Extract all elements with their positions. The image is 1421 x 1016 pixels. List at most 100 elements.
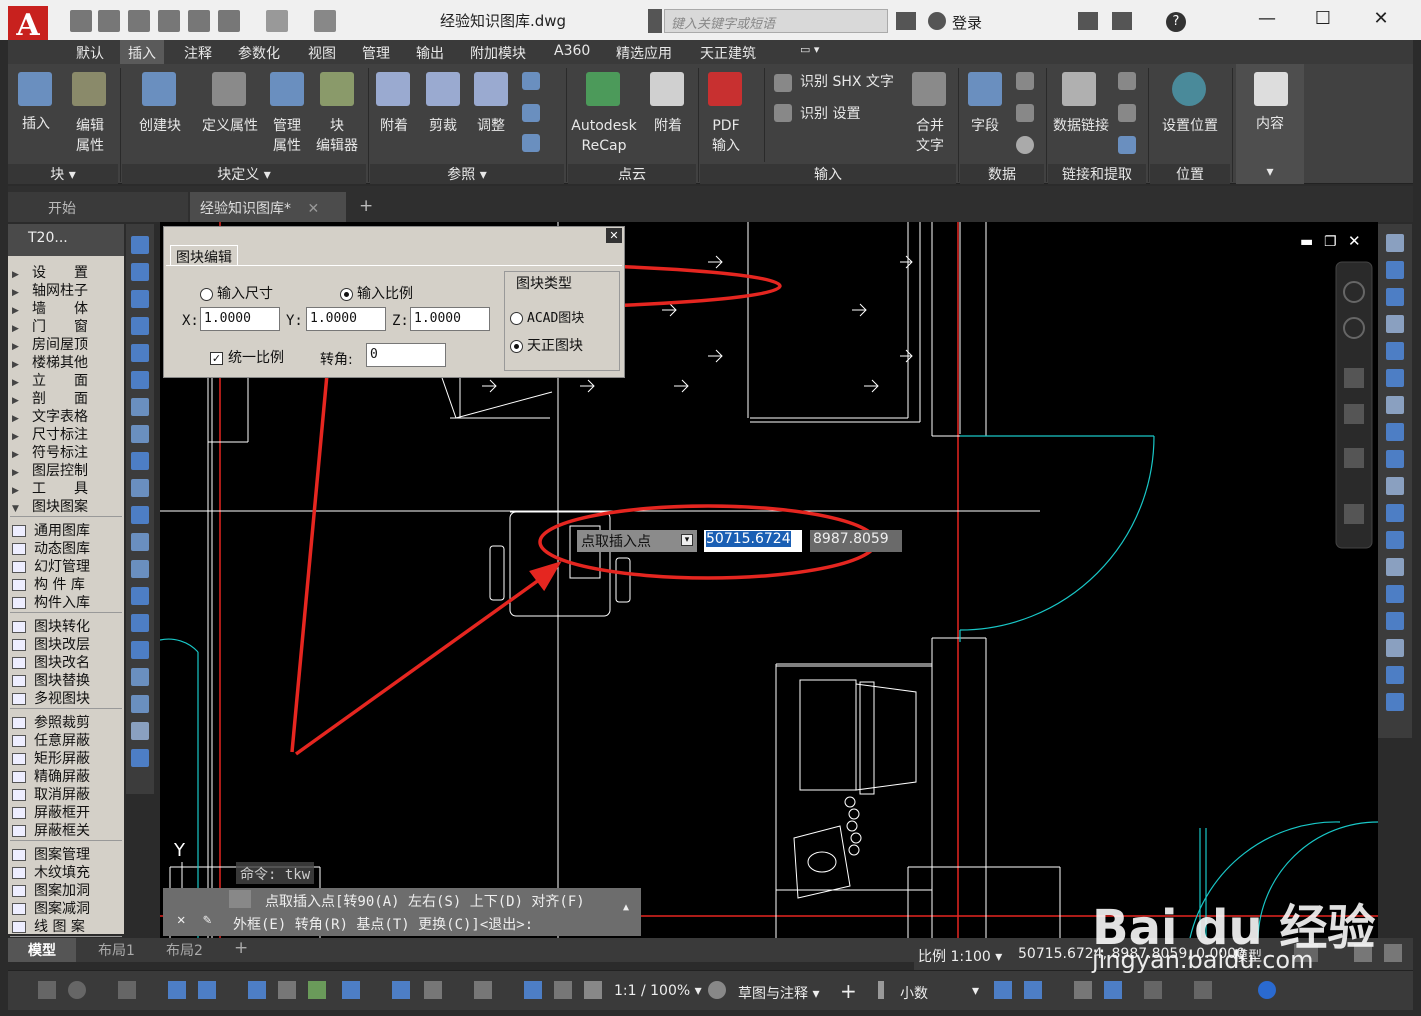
scale-dropdown[interactable]: 比例 1:100 ▾ bbox=[918, 946, 1002, 966]
quick-properties-icon[interactable] bbox=[994, 981, 1012, 999]
print-icon[interactable] bbox=[188, 10, 210, 32]
content-button[interactable]: 内容 bbox=[1244, 114, 1296, 134]
workspace-dropdown[interactable]: 草图与注释 ▾ bbox=[738, 983, 819, 1003]
modify-tool-icon[interactable] bbox=[1386, 531, 1404, 549]
draw-tool-icon[interactable] bbox=[131, 263, 149, 281]
tab-default[interactable]: 默认 bbox=[76, 43, 104, 63]
attach-pointcloud-icon[interactable] bbox=[650, 72, 684, 106]
panel-block-definition[interactable]: 块定义 ▾ bbox=[122, 164, 366, 184]
a360-icon[interactable] bbox=[1112, 12, 1132, 30]
modify-tool-icon[interactable] bbox=[1386, 423, 1404, 441]
palette-item[interactable]: 参照裁剪 bbox=[12, 712, 122, 731]
palette-item[interactable]: ▶ 房间屋顶 bbox=[12, 334, 122, 353]
palette-item[interactable]: ▶ 墙 体 bbox=[12, 298, 122, 317]
modify-tool-icon[interactable] bbox=[1386, 693, 1404, 711]
palette-item[interactable]: 图块改名 bbox=[12, 652, 122, 671]
palette-item[interactable]: ▶ 设 置 bbox=[12, 262, 122, 281]
pin-icon[interactable] bbox=[1384, 944, 1402, 962]
palette-item[interactable]: ▶ 文字表格 bbox=[12, 406, 122, 425]
globe-icon[interactable] bbox=[1172, 72, 1206, 106]
define-attribute-icon[interactable] bbox=[212, 72, 246, 106]
palette-item[interactable]: 构 件 库 bbox=[12, 574, 122, 593]
polar-icon[interactable] bbox=[68, 981, 86, 999]
rotate-input[interactable]: 0 bbox=[366, 343, 446, 367]
option-acad-block[interactable]: ACAD图块 bbox=[510, 307, 584, 326]
modify-tool-icon[interactable] bbox=[1386, 612, 1404, 630]
panel-reference[interactable]: 参照 ▾ bbox=[370, 164, 564, 184]
dialog-titlebar[interactable] bbox=[164, 227, 624, 245]
create-block-icon[interactable] bbox=[142, 72, 176, 106]
annotation-monitor-icon[interactable] bbox=[474, 981, 492, 999]
attach-icon[interactable] bbox=[376, 72, 410, 106]
maximize-icon[interactable]: ☐ bbox=[1308, 6, 1338, 32]
palette-item[interactable]: 图案管理 bbox=[12, 844, 122, 863]
draw-tool-icon[interactable] bbox=[131, 695, 149, 713]
palette-item[interactable]: 图案加洞 bbox=[12, 880, 122, 899]
tab-output[interactable]: 输出 bbox=[416, 43, 444, 63]
tab-insert[interactable]: 插入 bbox=[120, 40, 164, 64]
redo-icon[interactable] bbox=[266, 10, 288, 32]
tab-annotate[interactable]: 注释 bbox=[184, 43, 212, 63]
hardware-accel-icon[interactable] bbox=[1104, 981, 1122, 999]
tab-manage[interactable]: 管理 bbox=[362, 43, 390, 63]
panel-linking[interactable]: 链接和提取 bbox=[1048, 164, 1146, 184]
tab-a360[interactable]: A360 bbox=[554, 43, 590, 59]
viewport-minimize-icon[interactable]: ▬ bbox=[1300, 234, 1313, 250]
toolbar-lock-icon[interactable] bbox=[878, 981, 884, 999]
units-dropdown[interactable]: 小数 bbox=[900, 983, 928, 1003]
scale-x-input[interactable]: 1.0000 bbox=[200, 307, 280, 331]
recognize-shx-icon[interactable] bbox=[774, 74, 792, 92]
panel-location[interactable]: 位置 bbox=[1150, 164, 1230, 184]
command-line[interactable]: ✕ ✎ 点取插入点[转90(A) 左右(S) 上下(D) 对齐(F) 外框(E)… bbox=[163, 888, 641, 936]
data-small-icon-3[interactable] bbox=[1016, 136, 1034, 154]
manage-attribute-label-1[interactable]: 管理 bbox=[266, 116, 308, 136]
attach-pointcloud-button[interactable]: 附着 bbox=[646, 116, 690, 136]
palette-item[interactable]: 屏蔽框开 bbox=[12, 802, 122, 821]
edit-attribute-icon[interactable] bbox=[72, 72, 106, 106]
modify-tool-icon[interactable] bbox=[1386, 288, 1404, 306]
tab-layout2[interactable]: 布局2 bbox=[166, 940, 203, 960]
modify-tool-icon[interactable] bbox=[1386, 639, 1404, 657]
add-icon[interactable]: + bbox=[840, 979, 857, 1003]
modify-tool-icon[interactable] bbox=[1386, 315, 1404, 333]
clip-button[interactable]: 剪裁 bbox=[420, 116, 466, 136]
palette-item[interactable]: ▼ 图块图案 bbox=[12, 496, 122, 515]
radio-input-scale[interactable] bbox=[340, 287, 353, 301]
dialog-tab[interactable]: 图块编辑 bbox=[170, 245, 238, 266]
link-small-icon-1[interactable] bbox=[1118, 72, 1136, 90]
command-close-icon[interactable]: ✕ bbox=[177, 912, 185, 928]
palette-item[interactable]: ▶ 剖 面 bbox=[12, 388, 122, 407]
data-link-button[interactable]: 数据链接 bbox=[1048, 116, 1114, 136]
draw-tool-icon[interactable] bbox=[131, 290, 149, 308]
recap-icon[interactable] bbox=[586, 72, 620, 106]
draw-tool-icon[interactable] bbox=[131, 398, 149, 416]
modify-tool-icon[interactable] bbox=[1386, 342, 1404, 360]
radio-input-size[interactable] bbox=[200, 287, 213, 301]
palette-item[interactable]: 图块改层 bbox=[12, 634, 122, 653]
radio-acad-block[interactable] bbox=[510, 312, 523, 325]
radio-tz-block[interactable] bbox=[510, 339, 523, 353]
tab-start[interactable]: 开始 bbox=[8, 192, 188, 222]
link-small-icon-3[interactable] bbox=[1118, 136, 1136, 154]
option-input-size[interactable]: 输入尺寸 bbox=[200, 283, 273, 303]
panel-pointcloud[interactable]: 点云 bbox=[568, 164, 696, 184]
panel-block[interactable]: 块 ▾ bbox=[8, 164, 118, 184]
modify-tool-icon[interactable] bbox=[1386, 504, 1404, 522]
close-tab-icon[interactable]: ✕ bbox=[307, 201, 319, 217]
customize-quick-access-icon[interactable] bbox=[314, 10, 336, 32]
viewport-restore-icon[interactable]: ❐ bbox=[1324, 234, 1337, 250]
draw-tool-icon[interactable] bbox=[131, 317, 149, 335]
clean-screen-icon[interactable] bbox=[1144, 981, 1162, 999]
palette-item[interactable]: ▶ 图层控制 bbox=[12, 460, 122, 479]
palette-item[interactable]: 木纹填充 bbox=[12, 862, 122, 881]
pdf-import-label-1[interactable]: PDF bbox=[702, 116, 750, 136]
palette-item[interactable]: ▶ 工 具 bbox=[12, 478, 122, 497]
manage-attribute-label-2[interactable]: 属性 bbox=[266, 136, 308, 156]
close-icon[interactable]: ✕ bbox=[1366, 6, 1396, 32]
help-icon[interactable]: ? bbox=[1166, 12, 1186, 32]
modify-tool-icon[interactable] bbox=[1386, 477, 1404, 495]
palette-item[interactable]: 取消屏蔽 bbox=[12, 784, 122, 803]
scale-z-input[interactable]: 1.0000 bbox=[410, 307, 490, 331]
draw-tool-icon[interactable] bbox=[131, 560, 149, 578]
modify-tool-icon[interactable] bbox=[1386, 558, 1404, 576]
